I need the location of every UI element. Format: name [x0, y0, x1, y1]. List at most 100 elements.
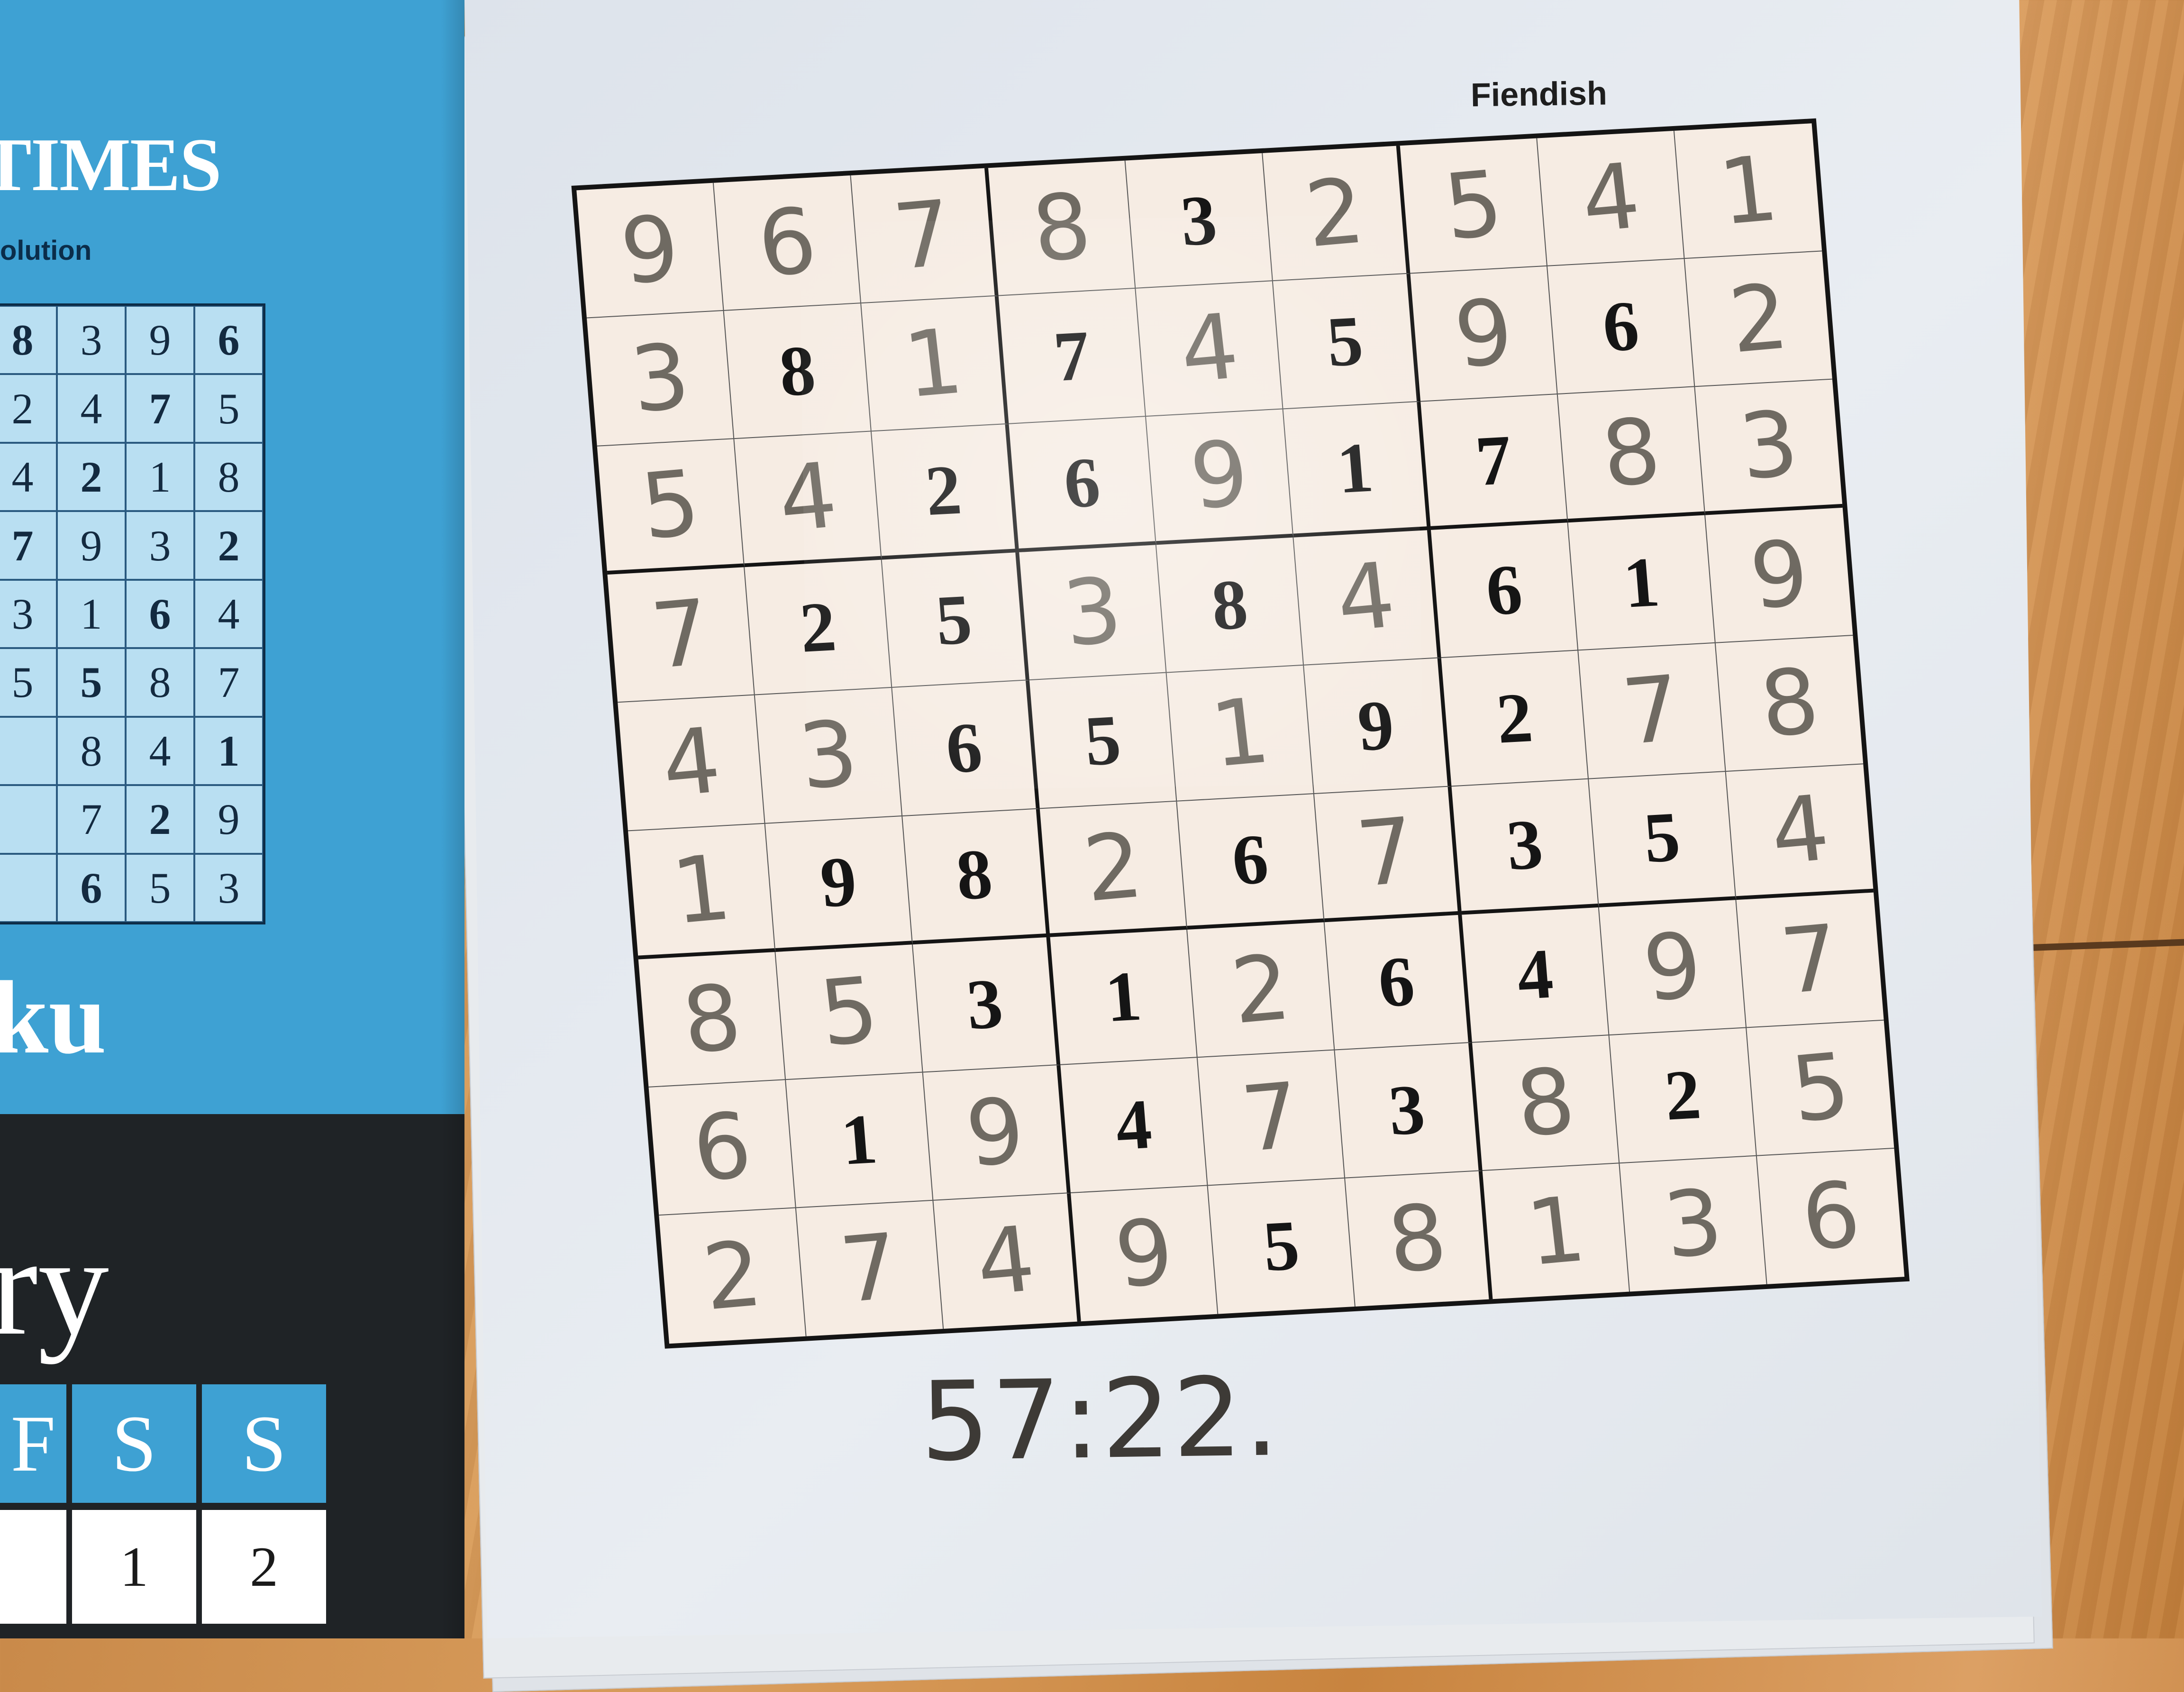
- cell-digit: 9: [817, 841, 860, 923]
- newspaper-left-page: TIMES olution 83962475421879323164558784…: [0, 0, 464, 1638]
- cell-digit: 7: [835, 1214, 904, 1323]
- sudoku-given-cell: 2: [1441, 650, 1589, 787]
- solution-cell: 4: [57, 374, 126, 443]
- cell-digit: 8: [776, 330, 819, 412]
- solution-cell: 5: [57, 648, 126, 717]
- cell-digit: 7: [1775, 905, 1845, 1015]
- cell-digit: 4: [1765, 775, 1834, 885]
- sudoku-given-cell: 1: [786, 1072, 934, 1208]
- solution-cell: 9: [57, 511, 126, 580]
- calendar-header-cell: F: [0, 1384, 72, 1503]
- cell-digit: 6: [1229, 819, 1271, 900]
- solution-cell: 5: [194, 374, 263, 443]
- cell-digit: 7: [1617, 656, 1686, 766]
- cell-digit: 8: [677, 964, 746, 1074]
- sudoku-given-cell: 8: [902, 808, 1050, 944]
- cell-digit: 4: [1576, 143, 1645, 253]
- sudoku-filled-cell: 1: [861, 296, 1009, 432]
- cell-digit: 9: [1638, 912, 1707, 1022]
- cell-digit: 8: [1382, 1184, 1452, 1294]
- sudoku-given-cell: 5: [882, 552, 1030, 688]
- sudoku-filled-cell: 8: [1472, 1035, 1620, 1171]
- cell-digit: 7: [1351, 797, 1421, 907]
- cell-digit: 1: [838, 1099, 880, 1180]
- solution-cell: 9: [194, 785, 263, 854]
- cell-digit: 2: [797, 587, 839, 668]
- sudoku-given-cell: 4: [1060, 1057, 1208, 1193]
- sudoku-given-cell: 8: [1156, 537, 1304, 673]
- sudoku-given-cell: 5: [1208, 1178, 1356, 1314]
- cell-digit: 1: [1521, 1176, 1591, 1286]
- sudoku-given-cell: 6: [892, 680, 1040, 816]
- cell-digit: 8: [1027, 173, 1096, 283]
- sudoku-filled-cell: 2: [659, 1208, 807, 1344]
- puzzle-page: Fiendish 9678325413817459625426917837253…: [464, 0, 2042, 1638]
- cell-digit: 4: [971, 1206, 1040, 1316]
- sudoku-filled-cell: 4: [618, 695, 765, 831]
- sudoku-filled-cell: 6: [648, 1079, 796, 1216]
- sudoku-filled-cell: 9: [1599, 899, 1747, 1035]
- cell-digit: 3: [1503, 805, 1546, 886]
- sudoku-filled-cell: 5: [597, 439, 745, 575]
- solution-cell: 3: [126, 511, 194, 580]
- solution-cell: 6: [194, 306, 263, 375]
- cell-digit: 3: [1178, 180, 1220, 261]
- sudoku-given-cell: 5: [1589, 771, 1737, 907]
- sudoku-filled-cell: 4: [734, 431, 882, 567]
- solution-cell: [0, 853, 57, 922]
- solution-cell: 8: [57, 716, 126, 786]
- cell-digit: 7: [1473, 420, 1515, 501]
- sudoku-filled-cell: 4: [1537, 130, 1685, 266]
- sudoku-filled-cell: 3: [1695, 379, 1843, 515]
- cell-digit: 2: [1724, 264, 1793, 374]
- sudoku-filled-cell: 9: [1410, 266, 1558, 402]
- sudoku-filled-cell: 4: [1136, 281, 1283, 417]
- sudoku-filled-cell: 1: [1674, 123, 1822, 259]
- solution-cell: 8: [126, 648, 194, 717]
- cell-digit: 4: [656, 708, 726, 818]
- sudoku-filled-cell: 2: [1684, 251, 1832, 387]
- solution-cell: [0, 785, 57, 854]
- sudoku-given-cell: 3: [1451, 779, 1599, 915]
- cell-digit: 4: [1331, 543, 1400, 652]
- cell-digit: 2: [1226, 934, 1295, 1044]
- cell-digit: 5: [636, 450, 705, 560]
- solution-cell: 4: [194, 579, 263, 649]
- calendar-header: F S S: [0, 1384, 332, 1503]
- handwritten-time: 57:22.: [919, 1354, 1282, 1486]
- cell-digit: 9: [615, 195, 684, 305]
- cell-digit: 8: [1755, 649, 1824, 758]
- solution-grid: 839624754218793231645587841729653: [0, 303, 265, 924]
- cell-digit: 6: [943, 708, 985, 788]
- sudoku-filled-cell: 9: [923, 1065, 1071, 1201]
- solution-cell: 2: [194, 511, 263, 580]
- sudoku-wrapper: 9678325413817459625426917837253846194365…: [571, 118, 1910, 1349]
- calendar-row: 1 2: [0, 1510, 332, 1624]
- solution-cell: 3: [0, 579, 57, 649]
- sudoku-filled-cell: 1: [1482, 1163, 1630, 1299]
- sudoku-given-cell: 6: [1009, 417, 1156, 553]
- solution-cell: 6: [57, 853, 126, 922]
- cell-digit: 3: [1658, 1169, 1728, 1279]
- cell-digit: 6: [687, 1092, 756, 1202]
- cell-digit: 9: [1184, 421, 1254, 530]
- solution-cell: 7: [126, 374, 194, 443]
- cell-digit: 1: [1713, 136, 1783, 246]
- cell-digit: 6: [752, 188, 822, 298]
- cell-digit: 3: [1385, 1070, 1428, 1151]
- cell-digit: 3: [793, 701, 863, 810]
- solution-cell: 1: [126, 442, 194, 512]
- cell-digit: 6: [1061, 442, 1103, 523]
- cell-digit: 1: [1102, 956, 1145, 1037]
- cell-digit: 5: [1082, 700, 1124, 781]
- sudoku-filled-cell: 7: [851, 168, 999, 304]
- cell-digit: 8: [1209, 565, 1251, 645]
- sudoku-given-cell: 6: [1430, 522, 1579, 659]
- solution-label: olution: [0, 235, 92, 266]
- solution-cell: 4: [0, 442, 57, 512]
- solution-cell: 5: [126, 853, 194, 922]
- sudoku-given-cell: 2: [871, 424, 1019, 560]
- sudoku-filled-cell: 4: [1726, 764, 1874, 900]
- difficulty-label: Fiendish: [1470, 74, 1608, 114]
- sudoku-filled-cell: 7: [607, 567, 755, 703]
